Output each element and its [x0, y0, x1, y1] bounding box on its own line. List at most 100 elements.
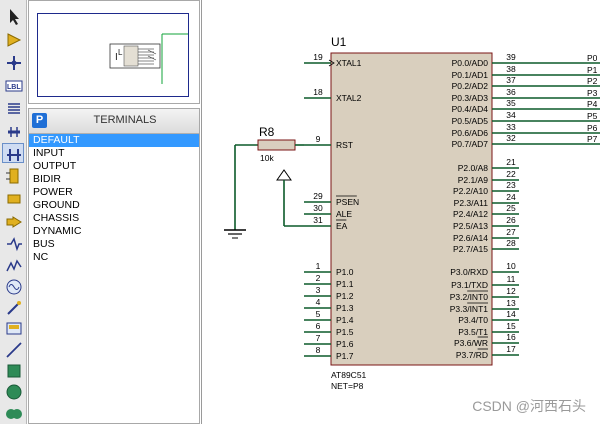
box-tool-tool-button[interactable]: [2, 339, 24, 359]
overview-thumbnail: I L: [109, 33, 188, 84]
arc-tool-icon: [6, 384, 22, 400]
pin-label: P0.4/AD4: [452, 104, 489, 114]
pin-label: P0.2/AD2: [452, 81, 489, 91]
pick-devices-button[interactable]: P: [32, 113, 47, 128]
pin-label: P3.0/RXD: [450, 267, 488, 277]
line-tool-tool-button[interactable]: [2, 318, 24, 338]
arc-tool-tool-button[interactable]: [2, 381, 24, 401]
terminals-list: DEFAULT INPUT OUTPUT BIDIR POWER GROUND CHASSI…: [29, 134, 199, 264]
selection-arrow-icon: [10, 9, 19, 25]
pin-label: P3.1/TXD: [451, 280, 488, 290]
pin-number: 23: [506, 180, 516, 190]
pin-number: 5: [316, 309, 321, 319]
line-tool-icon: [6, 322, 22, 335]
pin-label: P1.0: [336, 267, 354, 277]
pin-number: 32: [506, 133, 516, 143]
path-tool-button[interactable]: [2, 402, 24, 422]
pin-label: P2.5/A13: [453, 221, 488, 231]
pin-label: P1.1: [336, 279, 354, 289]
pin-label: P1.3: [336, 303, 354, 313]
overview-window[interactable]: I L: [28, 0, 200, 104]
graph-mode-tool-button[interactable]: [2, 188, 24, 208]
text-script-icon: [8, 103, 20, 114]
tape-recorder-tool-button[interactable]: [2, 211, 24, 231]
pin-label: P3.7/RD: [456, 350, 488, 360]
terminal-item-default[interactable]: DEFAULT: [29, 134, 199, 147]
junction-dot-icon: [7, 56, 21, 70]
current-probe-tool-button[interactable]: [2, 276, 24, 296]
chip-net: NET=P8: [331, 381, 364, 391]
pin-label: P0.7/AD7: [452, 139, 489, 149]
wire-label-icon: LBL: [5, 80, 23, 92]
terminal-item-nc[interactable]: NC: [29, 251, 199, 264]
pin-number: 7: [316, 333, 321, 343]
circle-tool-tool-button[interactable]: [2, 360, 24, 380]
device-pins-tool-button[interactable]: [2, 165, 24, 185]
terminal-item-bidir[interactable]: BIDIR: [29, 173, 199, 186]
component-mode-tool-button[interactable]: [2, 29, 24, 49]
terminal-item-power[interactable]: POWER: [29, 186, 199, 199]
terminal-item-input[interactable]: INPUT: [29, 147, 199, 160]
pin-number: 3: [316, 285, 321, 295]
terminals-mode-tool-button[interactable]: [2, 143, 24, 163]
generator-mode-tool-button[interactable]: [2, 233, 24, 253]
wire-label-tool-button[interactable]: LBL: [2, 75, 24, 95]
terminal-item-output[interactable]: OUTPUT: [29, 160, 199, 173]
pin-number: 31: [313, 215, 323, 225]
pin-label: P1.6: [336, 339, 354, 349]
net-label-p3: P3: [587, 88, 598, 98]
pin-label: RST: [336, 140, 353, 150]
voltage-probe-tool-button[interactable]: [2, 255, 24, 275]
component-mode-icon: [7, 33, 22, 47]
text-script-tool-button[interactable]: [2, 98, 24, 118]
pin-label: P2.0/A8: [458, 163, 489, 173]
pin-number: 10: [506, 261, 516, 271]
pin-label: P0.1/AD1: [452, 70, 489, 80]
schematic-canvas[interactable]: U1 AT89C51 NET=P8 19 XTAL1 18 XTAL2 9 RST 29 PSEN 3…: [30, 0, 600, 424]
pin-label: P3.3/INT1: [450, 304, 489, 314]
svg-text:L: L: [118, 48, 123, 57]
terminal-item-chassis[interactable]: CHASSIS: [29, 212, 199, 225]
virtual-instruments-tool-button[interactable]: [2, 297, 24, 317]
net-label-p7: P7: [587, 134, 598, 144]
terminal-item-dynamic[interactable]: DYNAMIC: [29, 225, 199, 238]
pin-number: 2: [316, 273, 321, 283]
watermark: CSDN @河西石头: [472, 398, 586, 414]
pin-label: ALE: [336, 209, 352, 219]
pin-number: 38: [506, 64, 516, 74]
pin-number: 17: [506, 344, 516, 354]
net-label-p5: P5: [587, 111, 598, 121]
panel-title: TERMINALS: [93, 114, 157, 126]
buses-tool-button[interactable]: [2, 121, 24, 141]
pin-number: 9: [316, 134, 321, 144]
power-terminal[interactable]: [276, 169, 304, 227]
selection-arrow-tool-button[interactable]: [2, 6, 24, 26]
junction-dot-tool-button[interactable]: [2, 52, 24, 72]
current-probe-icon: [6, 279, 22, 295]
pin-label: P2.7/A15: [453, 244, 488, 254]
pin-label: P1.5: [336, 327, 354, 337]
device-pins-icon: [6, 168, 19, 184]
overview-viewport[interactable]: I L: [37, 13, 189, 97]
pin-label: P2.4/A12: [453, 209, 488, 219]
terminal-item-bus[interactable]: BUS: [29, 238, 199, 251]
pin-label: EA: [336, 221, 348, 231]
pin-number: 37: [506, 75, 516, 85]
pin-number: 21: [506, 157, 516, 167]
ground-symbol[interactable]: [224, 145, 246, 239]
pin-label: P0.0/AD0: [452, 58, 489, 68]
schematic-drawing: U1AT89C51NET=P819XTAL118XTAL29RST29PSEN3…: [30, 35, 600, 391]
pin-label: P1.4: [336, 315, 354, 325]
pin-label: P2.2/A10: [453, 186, 488, 196]
pin-number: 34: [506, 110, 516, 120]
net-label-p6: P6: [587, 123, 598, 133]
terminals-panel: P TERMINALS DEFAULT INPUT OUTPUT BIDIR POWER…: [28, 108, 200, 424]
terminal-item-ground[interactable]: GROUND: [29, 199, 199, 212]
resistor-r8[interactable]: R8 10k: [235, 125, 304, 163]
pin-number: 24: [506, 192, 516, 202]
pin-label: P1.2: [336, 291, 354, 301]
pin-number: 33: [506, 122, 516, 132]
box-tool-icon: [6, 342, 22, 358]
tape-recorder-icon: [6, 216, 22, 228]
resistor-value: 10k: [260, 153, 274, 163]
